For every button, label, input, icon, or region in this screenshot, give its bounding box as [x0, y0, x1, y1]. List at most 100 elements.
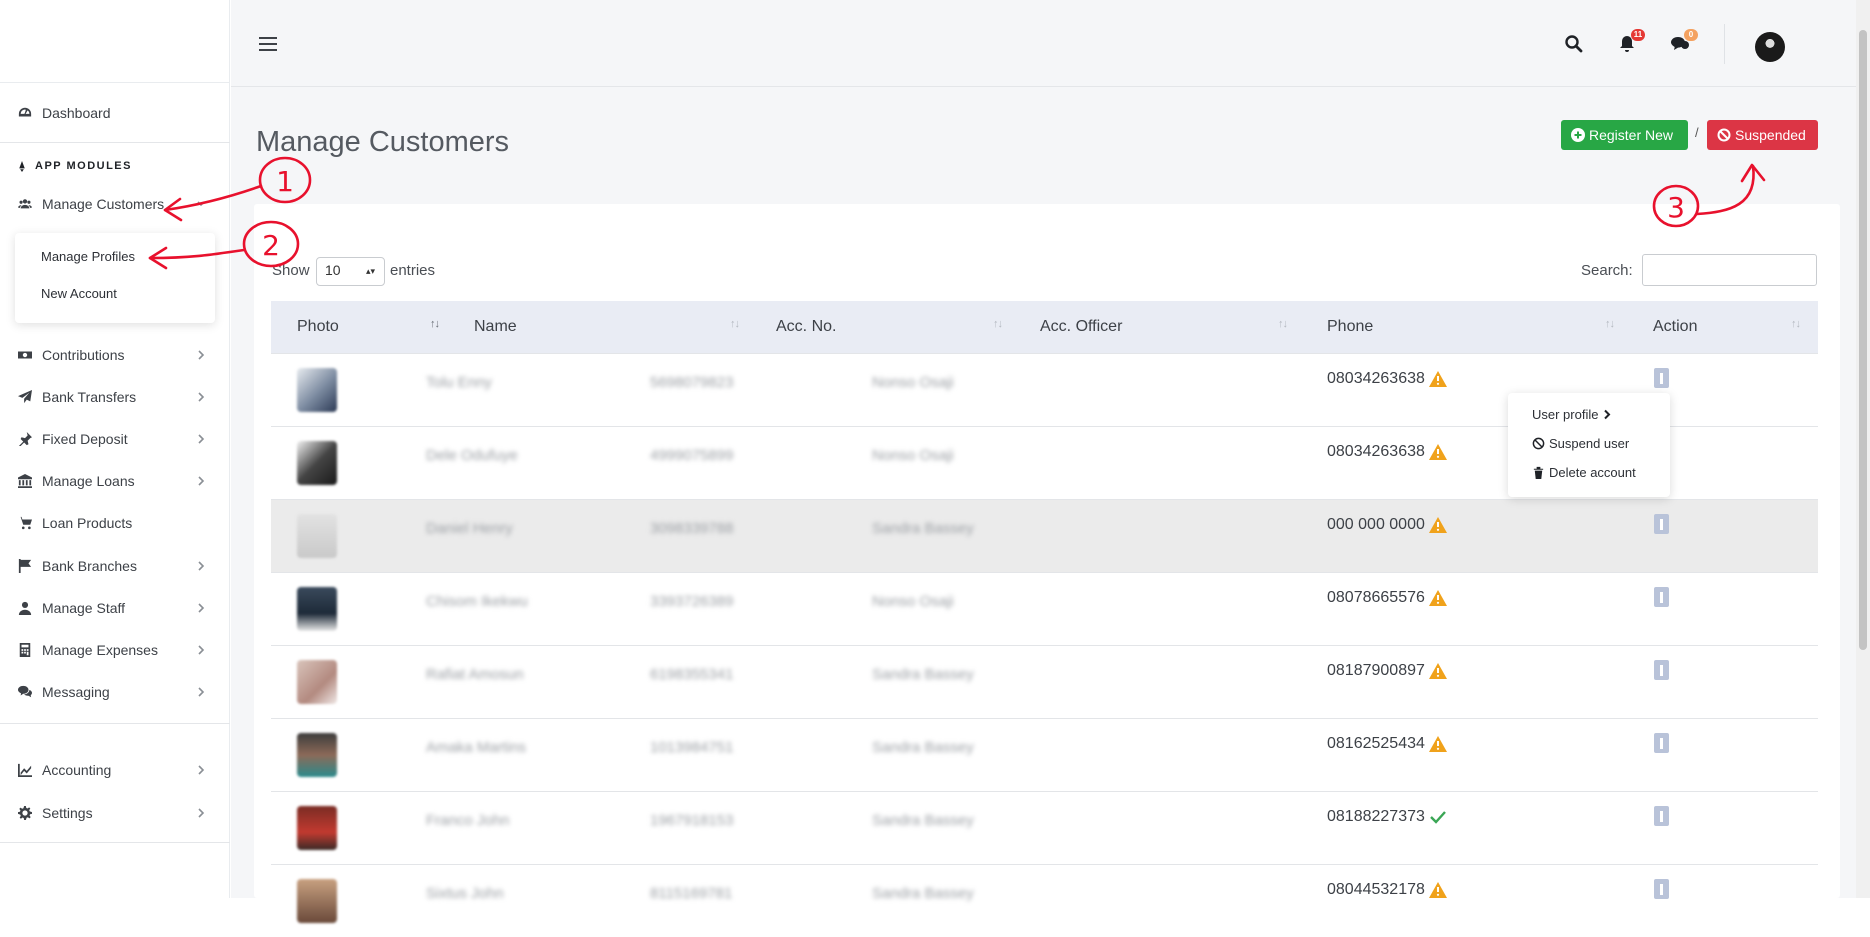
sort-icon[interactable]: ↑↓: [730, 318, 740, 330]
customer-photo: [297, 368, 337, 412]
column-header-acc-officer[interactable]: Acc. Officer: [1040, 318, 1122, 336]
comments-icon: [17, 684, 33, 700]
action-toggle-button[interactable]: [1654, 368, 1669, 388]
submenu-item-new-account[interactable]: New Account: [41, 286, 117, 301]
account-officer: Sandra Bassey: [872, 520, 974, 537]
warning-icon: [1428, 371, 1447, 387]
chevron-right-icon: [196, 806, 210, 820]
menu-item-delete-account[interactable]: Delete account: [1532, 465, 1636, 480]
entries-select[interactable]: 10 ▴▾: [316, 257, 385, 286]
sort-icon[interactable]: ↑↓: [1605, 318, 1615, 330]
menu-item-user-profile[interactable]: User profile: [1532, 407, 1616, 422]
chevron-right-icon: [196, 348, 210, 362]
sidebar-item-manage-expenses[interactable]: Manage Expenses: [0, 633, 230, 667]
submenu-item-manage-profiles[interactable]: Manage Profiles: [41, 249, 135, 264]
breadcrumb-separator: /: [1695, 125, 1699, 140]
column-header-action[interactable]: Action: [1653, 318, 1697, 336]
sidebar-item-fixed-deposit[interactable]: Fixed Deposit: [0, 422, 230, 456]
action-toggle-button[interactable]: [1654, 587, 1669, 607]
action-dropdown: User profile Suspend user Delete account: [1508, 393, 1670, 497]
sort-icon[interactable]: ↑↓: [430, 318, 440, 330]
account-number: 4999075899: [650, 447, 734, 464]
sidebar: Dashboard APP MODULES Manage Customers M…: [0, 0, 230, 898]
sort-icon[interactable]: ↑↓: [993, 318, 1003, 330]
sidebar-item-messaging[interactable]: Messaging: [0, 675, 230, 709]
entries-label: entries: [390, 262, 436, 279]
column-header-acc-no[interactable]: Acc. No.: [776, 318, 836, 336]
sort-icon[interactable]: ↑↓: [1791, 318, 1801, 330]
paper-plane-icon: [17, 389, 33, 405]
sidebar-item-manage-customers[interactable]: Manage Customers: [0, 187, 230, 221]
phone-number: 08034263638: [1327, 370, 1447, 388]
customer-name[interactable]: Sixtus John: [426, 885, 504, 902]
customer-name[interactable]: Franco John: [426, 812, 509, 829]
customer-name[interactable]: Rafiat Amosun: [426, 666, 524, 683]
account-officer: Nonso Osaji: [872, 447, 954, 464]
table-header: Photo ↑↓ Name ↑↓ Acc. No. ↑↓ Acc. Office…: [271, 301, 1818, 353]
sidebar-item-label: Loan Products: [42, 515, 133, 531]
menu-item-suspend-user[interactable]: Suspend user: [1532, 436, 1629, 451]
sidebar-item-bank-branches[interactable]: Bank Branches: [0, 549, 230, 583]
sidebar-item-label: Manage Loans: [42, 473, 135, 489]
sidebar-item-label: Bank Transfers: [42, 389, 137, 405]
suspended-button[interactable]: Suspended: [1707, 120, 1818, 150]
section-header: APP MODULES: [17, 160, 132, 172]
pin-icon: [17, 431, 33, 447]
page-title: Manage Customers: [256, 126, 510, 158]
column-header-photo[interactable]: Photo: [297, 318, 339, 336]
customer-name[interactable]: Amaka Martins: [426, 739, 526, 756]
sidebar-item-accounting[interactable]: Accounting: [0, 753, 230, 787]
select-arrows-icon: ▴▾: [365, 266, 375, 276]
sidebar-item-dashboard[interactable]: Dashboard: [0, 96, 230, 130]
action-toggle-button[interactable]: [1654, 514, 1669, 534]
customer-name[interactable]: Chisom Ikekwu: [426, 593, 528, 610]
sidebar-item-label: Settings: [42, 805, 93, 821]
phone-number: 08034263638: [1327, 443, 1447, 461]
action-toggle-button[interactable]: [1654, 660, 1669, 680]
column-header-phone[interactable]: Phone: [1327, 318, 1373, 336]
search-input[interactable]: [1642, 254, 1817, 286]
sidebar-item-loan-products[interactable]: Loan Products: [0, 506, 230, 540]
action-toggle-button[interactable]: [1654, 879, 1669, 899]
action-toggle-button[interactable]: [1654, 806, 1669, 826]
warning-icon: [1428, 663, 1447, 679]
users-icon: [17, 196, 33, 212]
bank-icon: [17, 473, 33, 489]
bell-icon: [19, 160, 25, 172]
action-toggle-button[interactable]: [1654, 733, 1669, 753]
customer-name[interactable]: Dele Odufuye: [426, 447, 518, 464]
ban-icon: [1717, 128, 1731, 142]
sort-icon[interactable]: ↑↓: [1278, 318, 1288, 330]
search-icon[interactable]: [1564, 34, 1586, 56]
customer-photo: [297, 587, 337, 631]
sidebar-item-bank-transfers[interactable]: Bank Transfers: [0, 380, 230, 414]
sidebar-item-manage-staff[interactable]: Manage Staff: [0, 591, 230, 625]
sidebar-item-settings[interactable]: Settings: [0, 796, 230, 830]
sidebar-item-label: Bank Branches: [42, 558, 137, 574]
scrollbar[interactable]: [1856, 0, 1870, 898]
sidebar-item-label: Dashboard: [42, 105, 111, 121]
account-officer: Sandra Bassey: [872, 885, 974, 902]
phone-number: 08187900897: [1327, 662, 1447, 680]
warning-icon: [1428, 736, 1447, 752]
sidebar-item-label: Fixed Deposit: [42, 431, 128, 447]
user-icon: [17, 600, 33, 616]
sidebar-item-manage-loans[interactable]: Manage Loans: [0, 464, 230, 498]
customer-photo: [297, 879, 337, 923]
register-new-button[interactable]: Register New: [1561, 120, 1688, 150]
messages-icon[interactable]: 0: [1670, 29, 1698, 56]
user-avatar[interactable]: [1755, 32, 1785, 62]
flag-icon: [17, 558, 33, 574]
column-header-name[interactable]: Name: [474, 318, 517, 336]
customer-name[interactable]: Tolu Enny: [426, 374, 492, 391]
chevron-right-icon: [196, 763, 210, 777]
sidebar-item-contributions[interactable]: Contributions: [0, 338, 230, 372]
account-officer: Nonso Osaji: [872, 593, 954, 610]
customer-name[interactable]: Daniel Henry: [426, 520, 513, 537]
plus-circle-icon: [1571, 128, 1585, 142]
chevron-right-icon: [196, 601, 210, 615]
bell-icon[interactable]: 11: [1617, 29, 1645, 56]
phone-number: 08078665576: [1327, 589, 1447, 607]
sidebar-item-label: Manage Expenses: [42, 642, 158, 658]
menu-toggle-icon[interactable]: [259, 37, 277, 53]
